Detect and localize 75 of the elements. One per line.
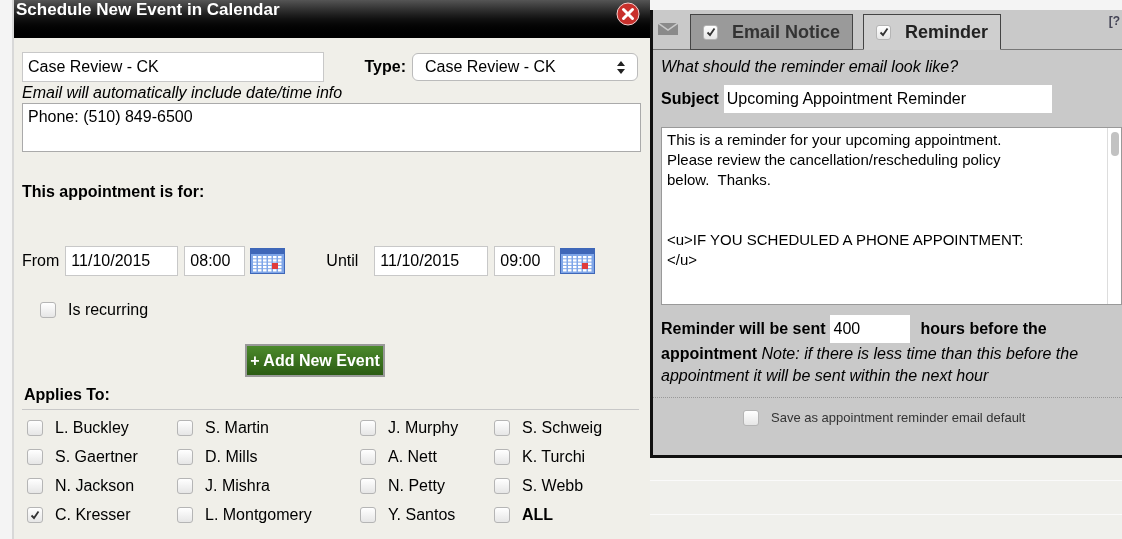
checkbox[interactable] <box>177 477 193 494</box>
message-field[interactable]: This is a reminder for your upcoming appointment. Please review the cancellation/rescheduling policy below. Thanks. <u>IF YOU SCHEDULED A PHONE APPOINTMENT: </u> <box>661 127 1122 305</box>
checkbox[interactable] <box>360 448 376 465</box>
details-field[interactable]: Phone: (510) 849-6500 <box>22 103 641 152</box>
tab[interactable]: Reminder <box>863 14 1002 50</box>
close-icon[interactable] <box>616 2 640 26</box>
reminder-label: Reminder will be sent <box>661 319 826 339</box>
checkbox[interactable] <box>360 506 376 523</box>
check-icon <box>878 27 889 37</box>
checkbox[interactable] <box>40 302 56 318</box>
check-icon <box>705 27 716 37</box>
date-field[interactable]: 11/10/2015 <box>65 246 179 276</box>
person-name: N. Jackson <box>55 475 135 496</box>
from-label: From <box>22 251 60 271</box>
checkbox[interactable] <box>494 419 510 436</box>
checkbox-label: Save as appointment reminder email default <box>771 409 1026 427</box>
checkbox[interactable] <box>876 24 892 40</box>
person-name: L. Buckley <box>55 417 129 438</box>
envelope-icon <box>658 23 678 35</box>
checkbox[interactable] <box>494 506 510 523</box>
checkbox[interactable] <box>27 506 43 523</box>
checkbox[interactable] <box>703 24 718 40</box>
reminder-note: appointment Note: if there is less time than this before the appointment it will be sent within the next hour <box>660 344 1080 386</box>
checkbox[interactable] <box>494 448 510 465</box>
person-name: D. Mills <box>205 446 258 467</box>
time-field[interactable]: 09:00 <box>494 246 556 276</box>
person-name: S. Martin <box>205 417 269 438</box>
person-name: Y. Santos <box>388 504 456 525</box>
tab-label: Reminder <box>905 20 989 44</box>
section-label: Applies To: <box>24 385 111 405</box>
checkbox[interactable] <box>177 448 193 465</box>
check-icon <box>30 509 40 520</box>
checkbox[interactable] <box>360 477 376 494</box>
subject-field[interactable]: Upcoming Appointment Reminder <box>723 85 1052 113</box>
checkbox[interactable] <box>177 419 193 436</box>
calendar-icon[interactable] <box>250 248 286 274</box>
checkbox-label: Is recurring <box>68 300 149 320</box>
checkbox[interactable] <box>743 409 759 426</box>
updown-caret-icon <box>617 60 625 74</box>
person-name: J. Mishra <box>205 475 270 496</box>
checkbox[interactable] <box>27 477 43 494</box>
hours-field[interactable]: 400 <box>830 315 911 343</box>
type-label: Type: <box>364 57 406 77</box>
person-name: C. Kresser <box>55 504 131 525</box>
reminder-label: hours before the <box>920 319 1047 339</box>
tab-label: Email Notice <box>732 20 841 44</box>
person-name: J. Murphy <box>388 417 459 438</box>
scrollbar[interactable] <box>1107 128 1121 304</box>
person-name: S. Webb <box>522 475 584 496</box>
person-name: A. Nett <box>388 446 437 467</box>
help-link[interactable]: [? <box>1108 12 1120 30</box>
checkbox[interactable] <box>27 448 43 465</box>
person-name: L. Montgomery <box>205 504 312 525</box>
date-field[interactable]: 11/10/2015 <box>374 246 489 276</box>
question-text: What should the reminder email look like? <box>660 57 960 77</box>
tab[interactable]: Email Notice <box>690 14 854 50</box>
all-label: ALL <box>522 504 554 525</box>
add-event-button[interactable]: + Add New Event <box>245 344 385 377</box>
type-select[interactable]: Case Review - CK <box>412 53 638 81</box>
section-label: This appointment is for: <box>22 182 206 202</box>
checkbox[interactable] <box>360 419 376 436</box>
checkbox[interactable] <box>494 477 510 494</box>
checkbox[interactable] <box>27 419 43 436</box>
person-name: K. Turchi <box>522 446 586 467</box>
event-name-field[interactable]: Case Review - CK <box>22 52 324 82</box>
person-name: N. Petty <box>388 475 445 496</box>
email-note: Email will automatically include date/time info <box>22 83 344 103</box>
time-field[interactable]: 08:00 <box>184 246 246 276</box>
subject-label: Subject <box>661 89 719 109</box>
dialog-title: Schedule New Event in Calendar <box>16 1 280 19</box>
calendar-icon[interactable] <box>560 248 596 274</box>
until-label: Until <box>326 251 359 271</box>
person-name: S. Gaertner <box>55 446 138 467</box>
checkbox[interactable] <box>177 506 193 523</box>
person-name: S. Schweig <box>522 417 603 438</box>
